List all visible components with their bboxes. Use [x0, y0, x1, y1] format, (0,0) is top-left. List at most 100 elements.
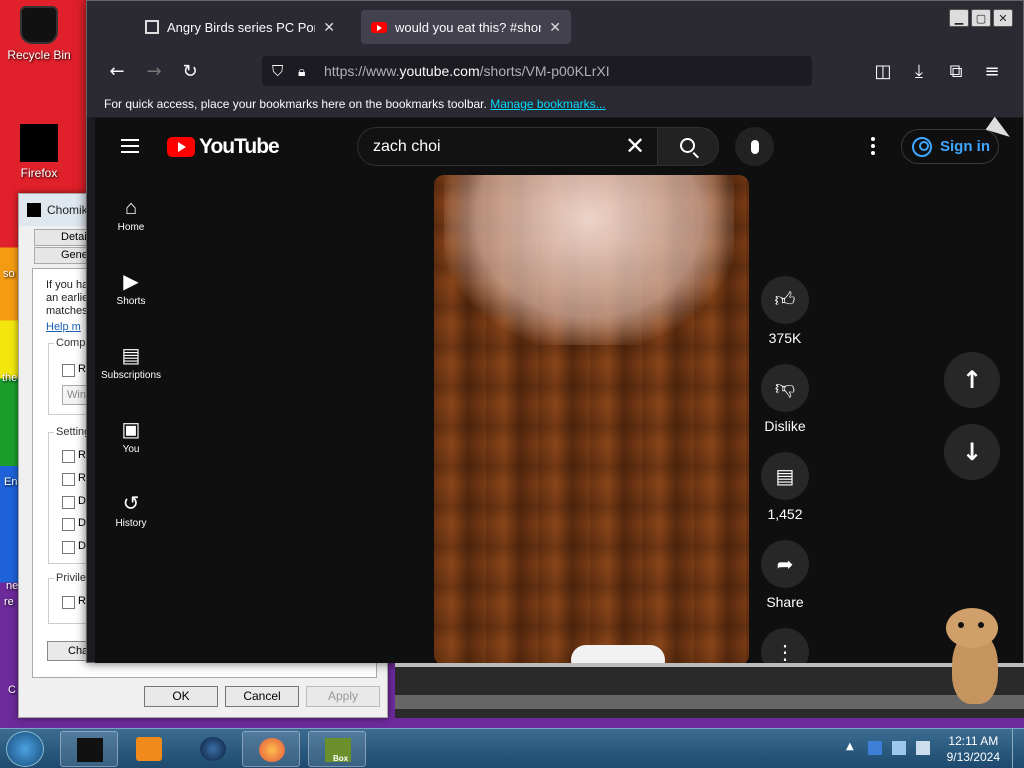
search-icon [680, 138, 695, 153]
sidebar-item-shorts[interactable]: ▶ Shorts [95, 268, 167, 307]
taskbar-app-media-player[interactable] [120, 731, 178, 767]
taskbar-app-box[interactable]: Box [308, 731, 366, 767]
maximize-icon[interactable]: ▢ [971, 9, 991, 27]
account-icon [912, 136, 932, 157]
sign-in-button[interactable]: Sign in [901, 129, 999, 164]
dialog-text: matches [46, 305, 88, 317]
cancel-button[interactable]: Cancel [225, 686, 299, 707]
help-link[interactable]: Help m [46, 321, 81, 333]
youtube-logo[interactable]: YouTube [167, 135, 280, 159]
video-frame [444, 175, 734, 345]
next-short-button[interactable]: ↓ [944, 424, 1000, 480]
url-text: https://www.youtube.com/shorts/VM-p00KLr… [324, 63, 610, 79]
reload-icon[interactable]: ↻ [178, 59, 202, 83]
close-window-icon[interactable]: ✕ [993, 9, 1013, 27]
short-video-player[interactable] [434, 175, 749, 663]
clock-date: 9/13/2024 [946, 750, 1000, 764]
more-vert-icon: ⋮ [761, 628, 809, 663]
bookmarks-hint: For quick access, place your bookmarks h… [104, 97, 487, 111]
youtube-page: YouTube zach choi ✕ Sign in ⌂ Home ▶ Sho… [95, 118, 1023, 663]
ok-button[interactable]: OK [144, 686, 218, 707]
dislike-label: Dislike [764, 418, 806, 434]
volume-icon[interactable] [916, 741, 930, 755]
desktop-label: re [4, 596, 14, 608]
dialog-text: an earlie [46, 292, 89, 304]
tracking-shield-icon[interactable]: ⛉ [272, 63, 283, 80]
youtube-favicon-icon [371, 21, 387, 33]
settings-checkbox[interactable] [62, 496, 75, 509]
tray-app-icon[interactable] [868, 741, 882, 755]
tray-expand-icon[interactable]: ▲ [846, 741, 860, 755]
apply-button[interactable]: Apply [306, 686, 380, 707]
tab-details[interactable]: Details [34, 229, 95, 246]
settings-checkbox[interactable] [62, 450, 75, 463]
sidebar-item-history[interactable]: ↺ History [95, 490, 167, 529]
taskbar-app-terminal[interactable] [60, 731, 118, 767]
desktop-label: ne [6, 580, 19, 592]
start-button[interactable] [6, 731, 44, 767]
settings-checkbox[interactable] [62, 518, 75, 531]
forward-icon[interactable]: → [142, 59, 166, 83]
compat-checkbox[interactable] [62, 364, 75, 377]
browser-tab-strip: Angry Birds series PC Ports : Ro ✕ would… [87, 1, 1023, 51]
globe-icon [200, 737, 226, 761]
comment-icon: ▤ [761, 452, 809, 500]
thumbs-up-icon: 👍︎ [761, 276, 809, 324]
more-options-icon[interactable] [871, 137, 875, 158]
history-icon: ↺ [122, 493, 140, 515]
system-clock[interactable]: 12:11 AM 9/13/2024 [947, 733, 1000, 765]
subscribe-pill[interactable] [571, 645, 665, 663]
checkbox-label: R [78, 595, 86, 607]
previous-short-button[interactable]: ↑ [944, 352, 1000, 408]
lock-icon[interactable]: 🔒︎ [298, 63, 305, 80]
window-controls: ▁ ▢ ✕ [949, 9, 1013, 27]
manage-bookmarks-link[interactable]: Manage bookmarks... [490, 97, 605, 111]
comments-button[interactable]: ▤ 1,452 [761, 452, 809, 522]
back-icon[interactable]: ← [105, 59, 129, 83]
desktop-icon-recycle-bin[interactable]: Recycle Bin [4, 6, 74, 62]
desktop-label: so [3, 268, 15, 280]
bookmarks-toolbar: For quick access, place your bookmarks h… [87, 91, 1023, 117]
sidebar-item-subscriptions[interactable]: ▤ Subscriptions [95, 342, 167, 381]
sidebar-item-you[interactable]: ▣ You [95, 416, 167, 455]
clock-time: 12:11 AM [948, 734, 999, 748]
tab-angry-birds[interactable]: Angry Birds series PC Ports : Ro ✕ [135, 10, 345, 44]
show-desktop-button[interactable] [1012, 729, 1024, 768]
voice-search-button[interactable] [735, 127, 774, 166]
terminal-icon [77, 738, 103, 762]
taskbar-app-firefox[interactable] [242, 731, 300, 767]
like-button[interactable]: 👍︎ 375K [761, 276, 809, 346]
sidebar-item-home[interactable]: ⌂ Home [95, 194, 167, 233]
search-input[interactable]: zach choi [357, 127, 657, 166]
tab-general[interactable]: General [34, 247, 100, 264]
privilege-checkbox[interactable] [62, 596, 75, 609]
dislike-button[interactable]: 👎︎ Dislike [761, 364, 809, 434]
share-button[interactable]: ➦ Share [761, 540, 809, 610]
shorts-icon: ▶ [123, 271, 139, 293]
desktop-label: En [4, 476, 18, 488]
settings-checkbox[interactable] [62, 473, 75, 486]
youtube-play-icon [167, 137, 195, 157]
extensions-icon[interactable]: ⧉ [944, 59, 968, 83]
url-bar[interactable]: ⛉ 🔒︎ https://www.youtube.com/shorts/VM-p… [262, 56, 812, 86]
close-tab-icon[interactable]: ✕ [323, 19, 335, 36]
minimize-icon[interactable]: ▁ [949, 9, 969, 27]
you-icon: ▣ [121, 419, 141, 441]
downloads-icon[interactable]: ⤓ [907, 59, 931, 83]
desktop-label: C [8, 684, 16, 696]
pocket-icon[interactable]: ◫ [871, 59, 895, 83]
box-label: Box [333, 754, 349, 763]
desktop-icon-firefox[interactable]: Firefox [4, 124, 74, 180]
close-tab-icon[interactable]: ✕ [549, 19, 561, 36]
tab-youtube-short[interactable]: would you eat this? #shorts - Y ✕ [361, 10, 571, 44]
firefox-icon [259, 738, 285, 762]
taskbar-app-globe[interactable] [184, 731, 242, 767]
search-button[interactable] [657, 127, 719, 166]
media-player-icon [136, 737, 162, 761]
more-actions-button[interactable]: ⋮ [761, 628, 809, 663]
settings-checkbox[interactable] [62, 541, 75, 554]
clear-search-icon[interactable]: ✕ [625, 134, 645, 158]
menu-icon[interactable]: ≡ [980, 59, 1004, 83]
network-icon[interactable] [892, 741, 906, 755]
guide-menu-icon[interactable] [121, 139, 139, 157]
